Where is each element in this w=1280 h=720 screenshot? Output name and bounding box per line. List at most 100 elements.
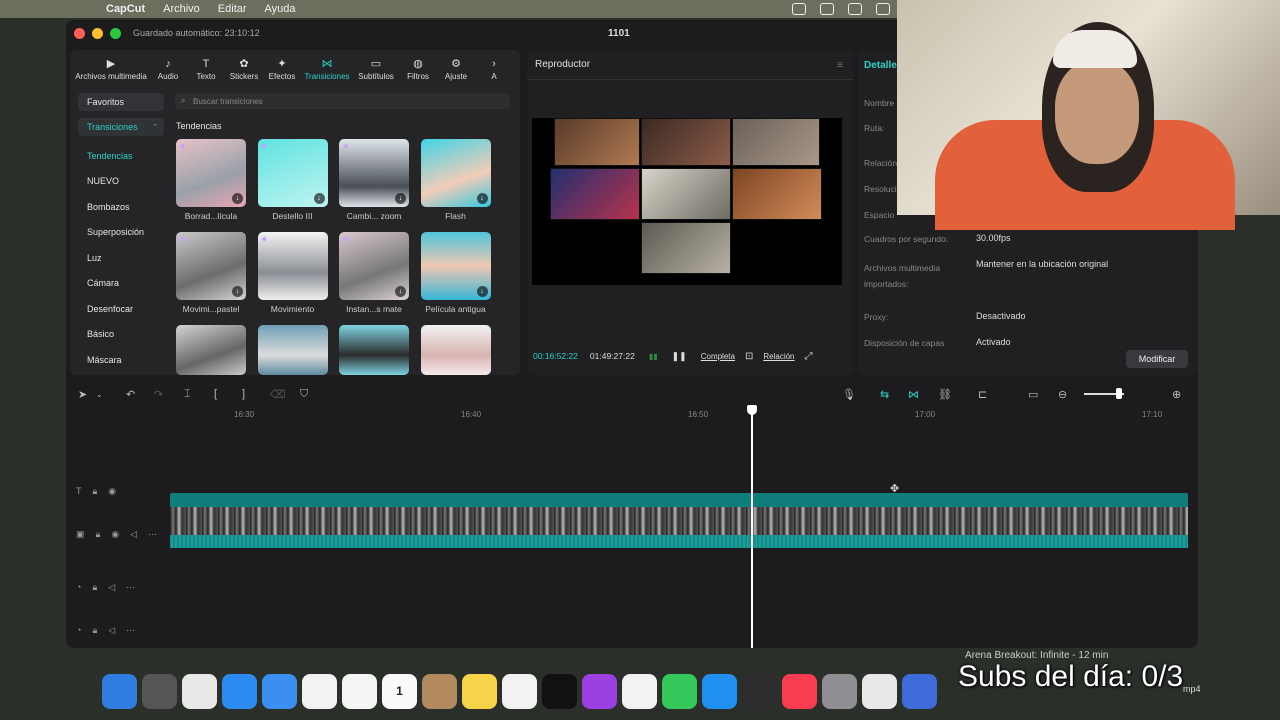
chain-icon[interactable]: ⛓ [938,388,952,401]
screenshot-icon[interactable]: ⊡ [745,351,753,362]
speaker-icon[interactable]: ◁ [130,529,137,540]
menu-archivo[interactable]: Archivo [163,3,200,15]
display-icon[interactable] [848,3,862,15]
playhead[interactable] [747,405,757,648]
transition-thumbnail[interactable] [257,325,328,375]
magnet-icon[interactable]: ⋈ [908,388,919,401]
sidebar-favorites[interactable]: Favoritos [78,93,164,111]
subtitle-icon[interactable]: ▭ [1028,388,1038,401]
pause-button[interactable]: ❚❚ [672,351,687,362]
roblox-dock-icon[interactable] [902,673,937,709]
lock-icon[interactable]: 🔒︎ [92,625,97,636]
lock-icon[interactable]: 🔒︎ [92,582,97,593]
chrome-dock-icon[interactable] [302,673,337,709]
volume-icon[interactable] [876,3,890,15]
tab-audio[interactable]: ♪ Audio [150,59,186,84]
podcasts-dock-icon[interactable] [582,673,617,709]
transition-card[interactable] [339,325,409,375]
undo-icon[interactable]: ↶ [126,388,135,401]
status-icon[interactable] [792,3,806,15]
tab-text[interactable]: T Texto [188,59,224,84]
transition-thumbnail[interactable]: ↓ [420,139,491,207]
tab-adjust[interactable]: ⚙ Ajuste [438,59,474,84]
download-icon[interactable]: ↓ [476,286,488,297]
zoom-out-icon[interactable]: ⊖ [1058,388,1067,401]
eye-icon[interactable]: ◉ [108,486,116,497]
mail-dock-icon[interactable] [262,673,297,709]
speaker-icon[interactable]: ◁ [108,625,115,636]
reminders-dock-icon[interactable] [622,673,657,709]
transition-thumbnail[interactable] [339,325,409,375]
finder-dock-icon[interactable] [102,673,137,709]
tab-subtitles[interactable]: ▭ Subtítulos [354,59,398,84]
transition-thumbnail[interactable]: ◆ ↓ [339,139,409,207]
microphone-icon[interactable]: 🎙 [842,388,856,401]
transition-card[interactable]: ◆ ↓ Cambi... zoom [339,139,409,221]
transition-card[interactable] [257,325,328,375]
menu-app-name[interactable]: CapCut [106,3,145,15]
shield-icon[interactable]: ⛉ [300,388,308,401]
transition-card[interactable]: ◆ ↓ Instan...s mate [339,232,409,314]
sidebar-item[interactable]: Bombazos [78,194,164,220]
calc-dock-icon[interactable] [142,673,177,709]
zoom-in-icon[interactable]: ⊕ [1172,388,1181,401]
sidebar-item[interactable]: Superposición [78,220,164,246]
sidebar-item[interactable]: Tendencias [78,143,164,169]
download-icon[interactable]: ↓ [395,193,406,204]
safari-dock-icon[interactable] [222,673,257,709]
status-icon[interactable] [820,3,834,15]
split-left-icon[interactable]: [ [214,388,217,400]
link-clips-icon[interactable]: ⇆ [880,388,889,401]
more-icon[interactable]: ⋯ [126,582,135,593]
messages-dock-icon[interactable] [662,673,697,709]
sidebar-item[interactable]: Básico [78,322,164,348]
transition-card[interactable] [420,325,491,375]
transition-card[interactable]: ◆ ↓ Borrad...lícula [176,139,246,221]
transition-thumbnail[interactable]: ◆ ↓ [257,139,328,207]
download-icon[interactable]: ↓ [232,193,243,204]
transition-card[interactable]: ↓ Flash [420,139,491,221]
tab-filters[interactable]: ◍ Filtros [400,59,436,84]
transition-card[interactable] [176,325,246,375]
notes-dock-icon[interactable] [462,673,497,709]
tab-effects[interactable]: ✦ Efectos [264,59,300,84]
full-quality-button[interactable]: Completa [701,352,735,361]
tv-dock-icon[interactable] [542,673,577,709]
playhead-handle[interactable] [747,405,757,415]
eye-icon[interactable]: ◉ [111,529,119,540]
transition-thumbnail[interactable]: ◆ ↓ [176,139,246,207]
lock-icon[interactable]: 🔒︎ [96,529,101,540]
transition-thumbnail[interactable]: ◆ [257,232,328,300]
video-clip[interactable] [170,493,1188,553]
preview-axis-icon[interactable]: ⊏ [978,388,987,401]
close-window-button[interactable] [74,27,85,39]
sidebar-item[interactable]: Desenfocar [78,296,164,322]
contacts-dock-icon[interactable] [422,673,457,709]
transition-card[interactable]: ↓ Película antigua [420,232,491,314]
delete-icon[interactable]: ⌫ [270,388,286,401]
transition-thumbnail[interactable]: ◆ ↓ [176,232,246,300]
launchpad-dock-icon[interactable] [182,673,217,709]
timeline-ruler[interactable]: 16:30 16:40 16:50 17:00 17:10 [170,408,1190,422]
transition-thumbnail[interactable]: ↓ [420,232,491,300]
sidebar-item[interactable]: NUEVO [78,169,164,195]
menu-icon[interactable]: ≡ [837,60,843,71]
more-icon[interactable]: ⋯ [126,625,135,636]
search-transitions-input[interactable]: ⌕ Buscar transiciones [175,93,510,109]
files-dock-icon[interactable] [862,673,897,709]
minimize-window-button[interactable] [92,27,103,39]
modify-button[interactable]: Modificar [1126,350,1188,368]
zoom-window-button[interactable] [110,27,121,39]
chevron-down-icon[interactable]: ⌄ [96,390,103,399]
video-preview[interactable] [532,118,842,285]
transition-card[interactable]: ◆ ↓ Destello III [257,139,328,221]
download-icon[interactable]: ↓ [313,193,325,204]
transition-card[interactable]: ◆ ↓ Movimi...pastel [176,232,246,314]
speaker-icon[interactable]: ◁ [108,582,115,593]
tab-media[interactable]: ▶ Archivos multimedia [74,59,148,84]
sidebar-item[interactable]: Cámara [78,271,164,297]
lock-icon[interactable]: 🔒︎ [93,486,98,497]
sidebar-transitions[interactable]: Transiciones ⌃ [78,118,164,136]
obs-dock-icon[interactable] [742,673,777,709]
tab-more[interactable]: › A [476,59,512,84]
